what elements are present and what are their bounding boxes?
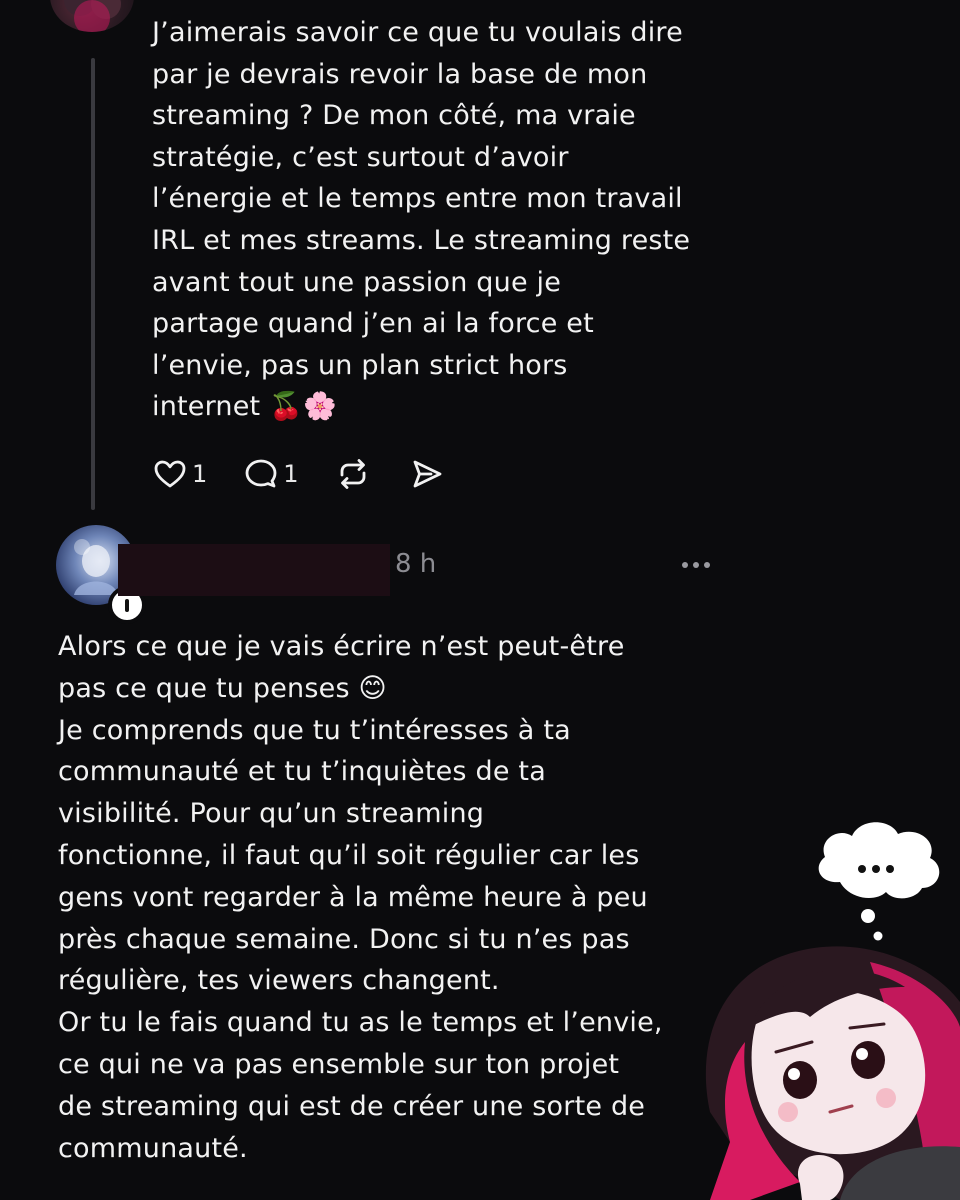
thought-bubble-icon [818,822,940,941]
send-icon [413,460,441,488]
reply-count: 1 [283,460,299,488]
more-dots-icon[interactable] [682,562,710,568]
share-button[interactable] [407,454,447,494]
heart-icon [154,460,186,488]
post-body: Alors ce que je vais écrire n’est peut-ê… [58,631,663,1164]
post-timestamp: 8 h [395,549,437,579]
reply-author-avatar[interactable] [50,0,134,32]
thread-connector-line [91,58,95,510]
repost-button[interactable] [333,454,373,494]
redacted-username [118,544,390,596]
like-count: 1 [192,460,208,488]
thinking-girl-sticker [705,822,960,1200]
repost-icon [340,459,365,489]
comment-icon [245,459,277,488]
reply-button[interactable]: 1 [241,454,299,494]
like-button[interactable]: 1 [150,454,207,494]
reply-post-body: J’aimerais savoir ce que tu voulais dire… [152,17,691,423]
reply-action-bar: 1 1 [150,452,481,496]
